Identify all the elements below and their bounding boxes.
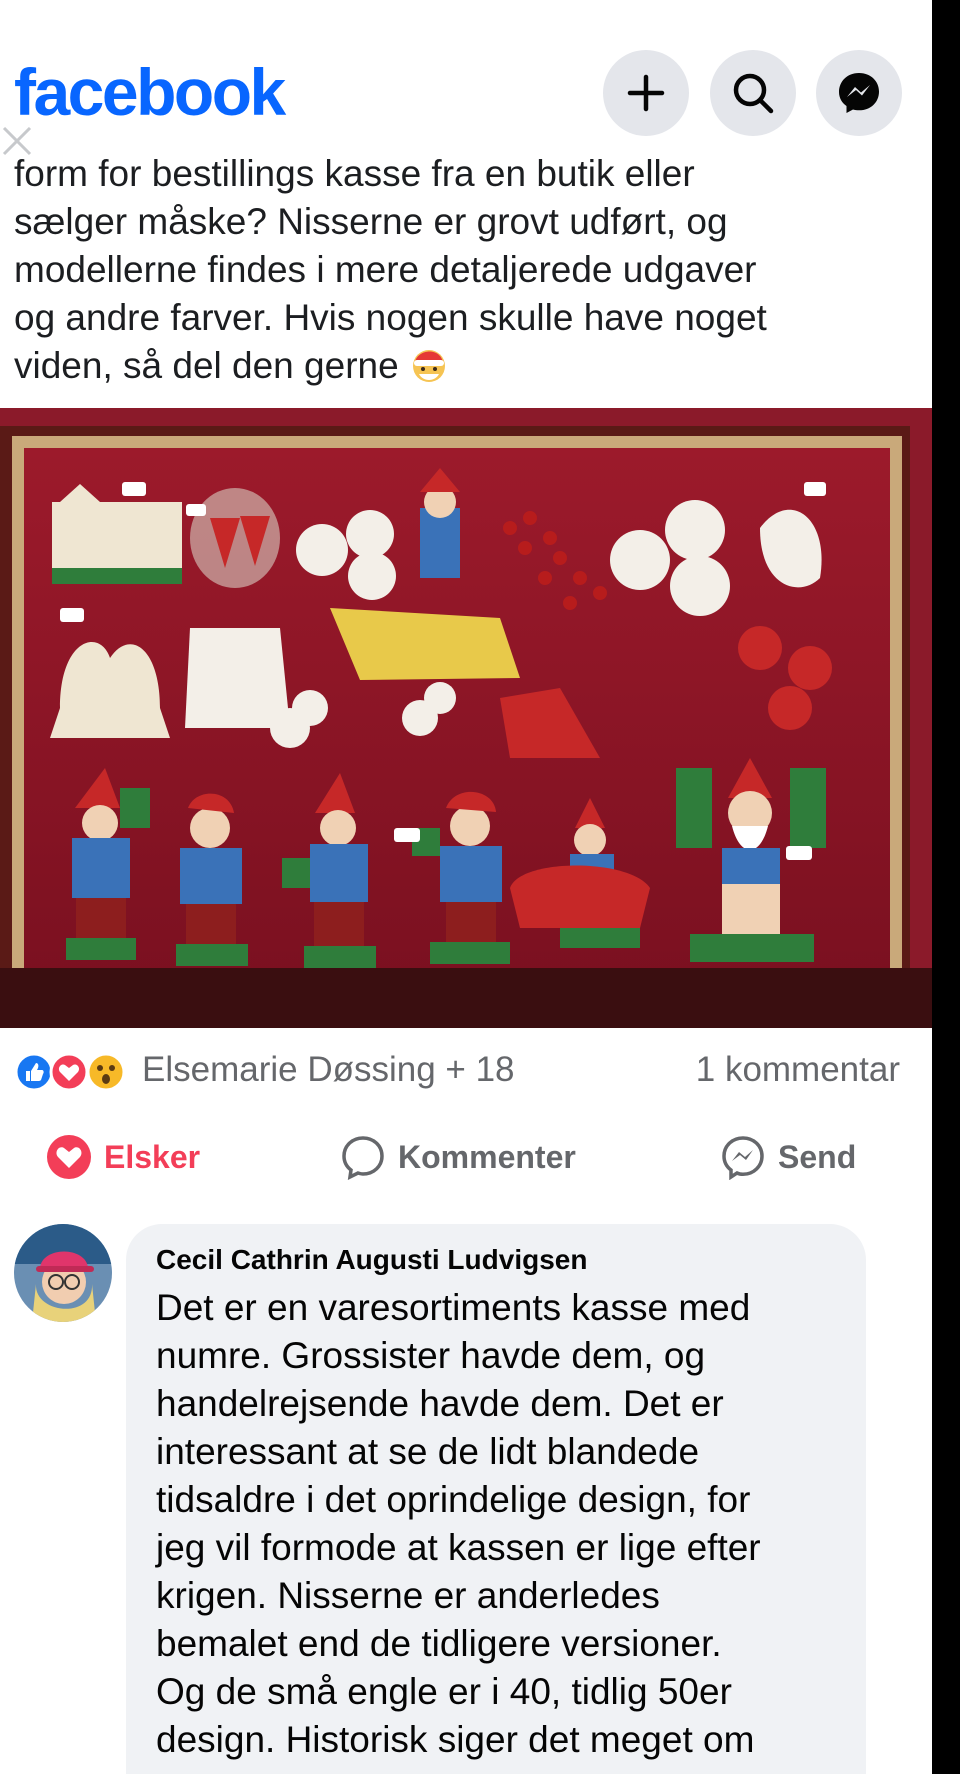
send-label: Send: [778, 1138, 857, 1175]
post-text-line-content: viden, så del den gerne: [14, 345, 399, 386]
comment-author[interactable]: Cecil Cathrin Augusti Ludvigsen: [156, 1244, 587, 1276]
comment-text-line: tidsaldre i det oprindelige design, for: [156, 1479, 751, 1520]
send-button[interactable]: Send: [720, 1132, 856, 1182]
create-button[interactable]: [603, 50, 689, 136]
search-icon: [733, 73, 774, 114]
comment-text-line: interessant at se de lidt blandede: [156, 1431, 700, 1472]
love-button[interactable]: Elsker: [46, 1132, 200, 1182]
commenter-avatar-image: [14, 1224, 112, 1322]
comment-text-line: krigen. Nisserne er anderledes: [156, 1575, 660, 1616]
reactions-summary[interactable]: Elsemarie Døssing + 18 1 kommentar: [0, 1040, 932, 1100]
love-icon: [49, 1052, 89, 1092]
comment-text: Det er en varesortiments kasse med numre…: [156, 1284, 856, 1764]
comment-text-line: Det er en varesortiments kasse med: [156, 1287, 751, 1328]
post-text-line: modellerne findes i mere detaljerede udg…: [14, 249, 757, 290]
plus-icon: [627, 74, 665, 112]
post-photo[interactable]: [0, 408, 932, 1028]
messenger-button[interactable]: [816, 50, 902, 136]
comment-button[interactable]: Kommenter: [340, 1132, 576, 1182]
post-text-line: form for bestillings kasse fra en butik …: [14, 153, 695, 194]
top-bar: facebook: [0, 0, 932, 140]
comment-icon: [342, 1136, 384, 1180]
post-text-line: viden, så del den gerne: [14, 342, 914, 390]
messenger-send-icon: [722, 1136, 764, 1180]
facebook-post-screen: facebook form for bestillings kasse fra …: [0, 0, 932, 1774]
right-edge-bar: [932, 0, 960, 1774]
avatar[interactable]: [14, 1224, 112, 1322]
post-text: form for bestillings kasse fra en butik …: [14, 150, 914, 390]
comment-text-line: Og de små engle er i 40, tidlig 50er: [156, 1671, 732, 1712]
comment-text-line: handelrejsende havde dem. Det er: [156, 1383, 724, 1424]
like-icon: [14, 1052, 54, 1092]
santa-emoji-icon: [412, 348, 449, 382]
love-label: Elsker: [104, 1138, 201, 1175]
comment-text-line: numre. Grossister havde dem, og: [156, 1335, 706, 1376]
love-icon: [47, 1135, 91, 1179]
search-button[interactable]: [710, 50, 796, 136]
comment-text-line: jeg vil formode at kassen er lige efter: [156, 1527, 761, 1568]
comment-count[interactable]: 1 kommentar: [696, 1050, 900, 1090]
post-text-line: sælger måske? Nisserne er grovt udført, …: [14, 201, 728, 242]
post-text-line: og andre farver. Hvis nogen skulle have …: [14, 297, 767, 338]
comment-text-line: bemalet end de tidligere versioner.: [156, 1623, 722, 1664]
comment-label: Kommenter: [398, 1138, 576, 1175]
wow-icon: [86, 1052, 126, 1092]
messenger-icon: [839, 73, 879, 113]
facebook-logo[interactable]: facebook: [14, 52, 286, 132]
reactor-names[interactable]: Elsemarie Døssing + 18: [142, 1050, 515, 1090]
gnome-figurines-photo: [0, 408, 932, 1028]
reaction-icons: [14, 1052, 126, 1092]
post-actions: Elsker Kommenter Send: [0, 1122, 932, 1194]
comment-text-line: design. Historisk siger det meget om: [156, 1719, 755, 1760]
